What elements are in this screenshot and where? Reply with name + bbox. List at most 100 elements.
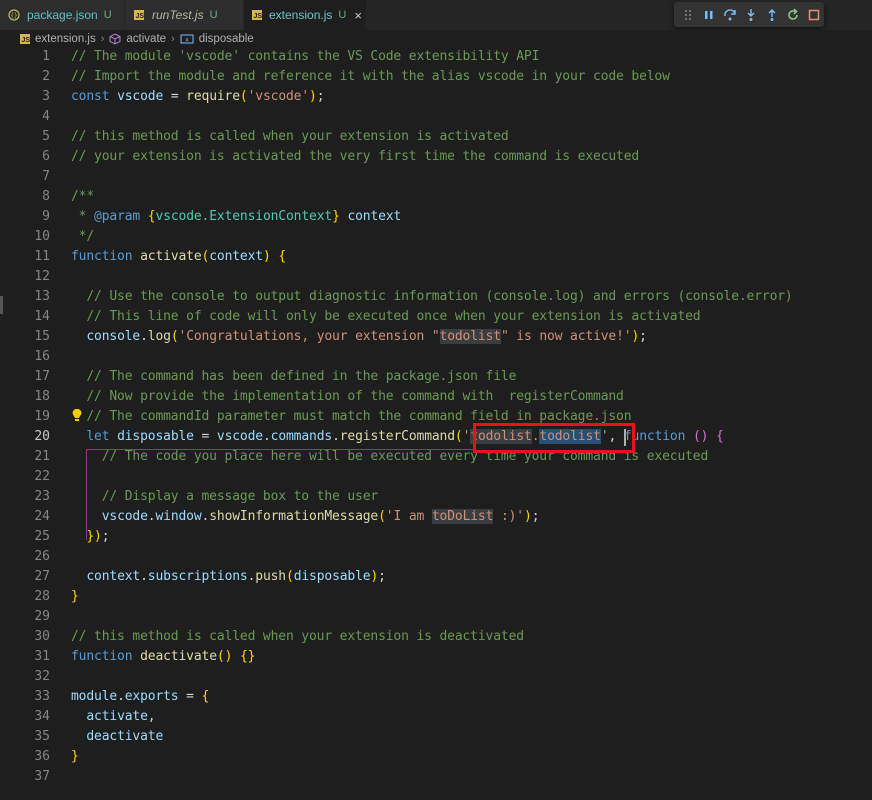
- line-number: 2: [42, 69, 50, 84]
- tab-package-json[interactable]: {} package.json U: [0, 0, 124, 30]
- code-text[interactable]: // The command has been defined in the p…: [71, 367, 516, 387]
- lightbulb-icon[interactable]: [72, 408, 82, 427]
- code-text[interactable]: module.exports = {: [71, 687, 209, 707]
- code-text[interactable]: }: [71, 747, 79, 767]
- code-line[interactable]: 36}: [0, 747, 872, 767]
- code-line[interactable]: 17 // The command has been defined in th…: [0, 367, 872, 387]
- code-line[interactable]: 30 // this method is called when your ext…: [0, 627, 872, 647]
- code-text[interactable]: function activate(context) {: [71, 247, 286, 267]
- tab-extension-js[interactable]: JS extension.js U ×: [244, 0, 366, 30]
- line-number: 24: [34, 509, 50, 524]
- code-line[interactable]: 28}: [0, 587, 872, 607]
- code-line[interactable]: 16: [0, 347, 872, 367]
- tab-label: runTest.js: [152, 8, 204, 22]
- code-text[interactable]: context.subscriptions.push(disposable);: [71, 567, 386, 587]
- code-line[interactable]: 5 // this method is called when your exte…: [0, 127, 872, 147]
- line-number: 8: [42, 189, 50, 204]
- code-line[interactable]: 20 let disposable = vscode.commands.regi…: [0, 427, 872, 447]
- tab-runtest-js[interactable]: JS runTest.js U: [125, 0, 243, 30]
- code-text[interactable]: */: [71, 227, 95, 247]
- js-file-icon: JS: [133, 9, 145, 21]
- code-line[interactable]: 32: [0, 667, 872, 687]
- line-number: 37: [34, 769, 50, 784]
- code-text[interactable]: // Now provide the implementation of the…: [71, 387, 624, 407]
- code-text[interactable]: // This line of code will only be execut…: [71, 307, 700, 327]
- code-line[interactable]: 12: [0, 267, 872, 287]
- code-line[interactable]: 15 console.log('Congratulations, your ex…: [0, 327, 872, 347]
- code-line[interactable]: 22: [0, 467, 872, 487]
- code-line[interactable]: 27 context.subscriptions.push(disposable…: [0, 567, 872, 587]
- line-number: 25: [34, 529, 50, 544]
- line-number: 19: [34, 409, 50, 424]
- code-line[interactable]: 13 // Use the console to output diagnost…: [0, 287, 872, 307]
- code-text[interactable]: }: [71, 587, 79, 607]
- cube-icon: [109, 33, 121, 45]
- step-into-icon[interactable]: [741, 4, 762, 26]
- code-text[interactable]: // your extension is activated the very …: [71, 147, 639, 167]
- code-line[interactable]: 7: [0, 167, 872, 187]
- code-line[interactable]: 23 // Display a message box to the user: [0, 487, 872, 507]
- breadcrumb-symbol-activate[interactable]: activate: [126, 33, 166, 45]
- code-line[interactable]: 6 // your extension is activated the very…: [0, 147, 872, 167]
- code-line[interactable]: 9 * @param {vscode.ExtensionContext} con…: [0, 207, 872, 227]
- code-line[interactable]: 11 function activate(context) {: [0, 247, 872, 267]
- code-line[interactable]: 3 const vscode = require('vscode');: [0, 87, 872, 107]
- close-icon[interactable]: ×: [354, 8, 362, 23]
- code-line[interactable]: 24 vscode.window.showInformationMessage(…: [0, 507, 872, 527]
- pause-icon[interactable]: [699, 4, 720, 26]
- line-number: 20: [34, 429, 50, 444]
- code-line[interactable]: 37: [0, 767, 872, 787]
- code-line[interactable]: 8 /**: [0, 187, 872, 207]
- code-text[interactable]: // this method is called when your exten…: [71, 127, 509, 147]
- breadcrumb-symbol-disposable[interactable]: disposable: [199, 33, 254, 45]
- restart-icon[interactable]: [782, 4, 803, 26]
- chevron-right-icon: ›: [171, 33, 175, 45]
- code-line[interactable]: 2 // Import the module and reference it w…: [0, 67, 872, 87]
- breadcrumb-file[interactable]: extension.js: [35, 33, 96, 45]
- code-line[interactable]: 14 // This line of code will only be exe…: [0, 307, 872, 327]
- untracked-badge: U: [209, 9, 218, 21]
- code-line[interactable]: 4: [0, 107, 872, 127]
- line-number: 35: [34, 729, 50, 744]
- stop-icon[interactable]: [803, 4, 824, 26]
- code-text[interactable]: /**: [71, 187, 94, 207]
- drag-handle-icon[interactable]: [678, 4, 699, 26]
- json-file-icon: {}: [8, 9, 20, 21]
- untracked-badge: U: [338, 9, 347, 21]
- line-number: 21: [34, 449, 50, 464]
- code-line[interactable]: 35 deactivate: [0, 727, 872, 747]
- code-text[interactable]: // Import the module and reference it wi…: [71, 67, 670, 87]
- code-text[interactable]: activate,: [71, 707, 155, 727]
- code-line[interactable]: 19 // The commandId parameter must match…: [0, 407, 872, 427]
- code-line[interactable]: 31 function deactivate() {}: [0, 647, 872, 667]
- code-line[interactable]: 18 // Now provide the implementation of …: [0, 387, 872, 407]
- code-line[interactable]: 34 activate,: [0, 707, 872, 727]
- svg-text:{}: {}: [10, 13, 17, 20]
- code-text[interactable]: vscode.window.showInformationMessage('I …: [71, 507, 540, 527]
- code-editor[interactable]: 1 // The module 'vscode' contains the VS …: [0, 47, 872, 800]
- code-text[interactable]: function deactivate() {}: [71, 647, 255, 667]
- code-line[interactable]: 25 });: [0, 527, 872, 547]
- step-over-icon[interactable]: [720, 4, 741, 26]
- code-text[interactable]: // The module 'vscode' contains the VS C…: [71, 47, 539, 67]
- line-number: 18: [34, 389, 50, 404]
- code-text[interactable]: // this method is called when your exten…: [71, 627, 524, 647]
- code-line[interactable]: 29: [0, 607, 872, 627]
- code-text[interactable]: console.log('Congratulations, your exten…: [71, 327, 647, 347]
- code-line[interactable]: 26: [0, 547, 872, 567]
- code-line[interactable]: 33 module.exports = {: [0, 687, 872, 707]
- code-text[interactable]: // Use the console to output diagnostic …: [71, 287, 792, 307]
- code-line[interactable]: 1 // The module 'vscode' contains the VS …: [0, 47, 872, 67]
- code-line[interactable]: 21 // The code you place here will be ex…: [0, 447, 872, 467]
- code-line[interactable]: 10 */: [0, 227, 872, 247]
- step-out-icon[interactable]: [761, 4, 782, 26]
- line-number: 23: [34, 489, 50, 504]
- svg-text:x: x: [185, 37, 189, 44]
- code-text[interactable]: // Display a message box to the user: [71, 487, 379, 507]
- line-number: 7: [42, 169, 50, 184]
- code-text[interactable]: });: [71, 527, 109, 547]
- code-text[interactable]: const vscode = require('vscode');: [71, 87, 325, 107]
- code-text[interactable]: deactivate: [71, 727, 163, 747]
- code-text[interactable]: * @param {vscode.ExtensionContext} conte…: [71, 207, 402, 227]
- line-number: 30: [34, 629, 50, 644]
